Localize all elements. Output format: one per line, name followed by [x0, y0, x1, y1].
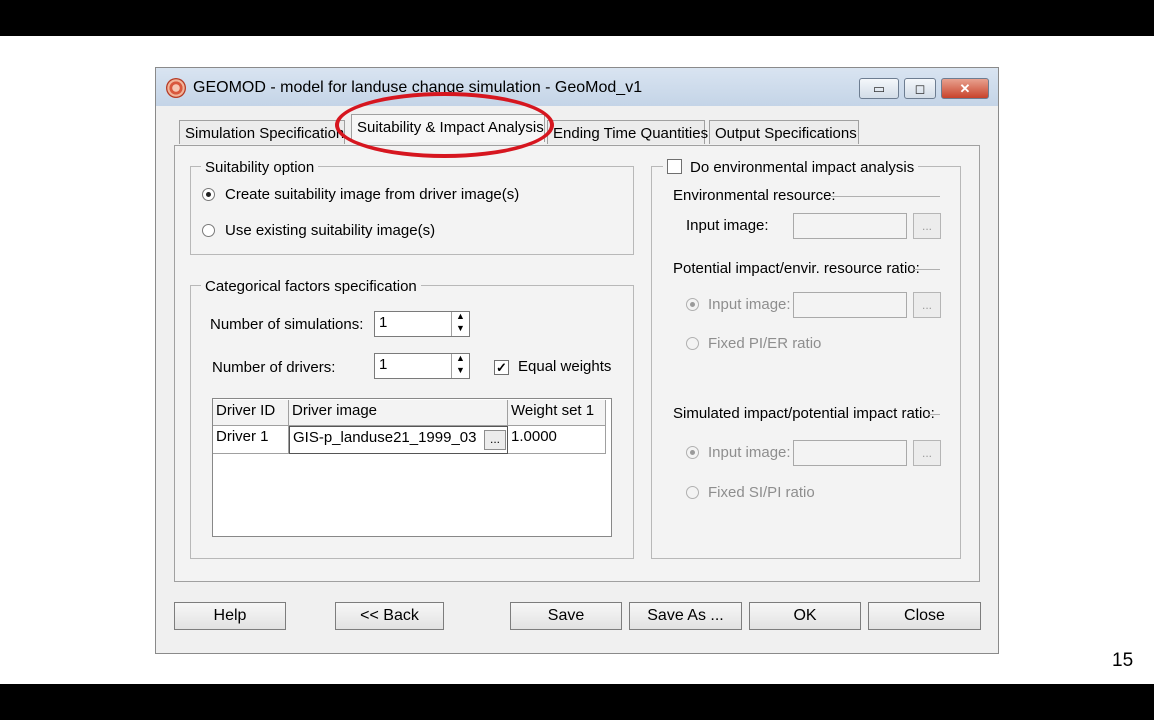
- tab-ending-time-quantities[interactable]: Ending Time Quantities: [547, 120, 708, 144]
- close-button[interactable]: Close: [868, 602, 981, 630]
- bottom-letterbox-bar: [0, 684, 1154, 720]
- driver-image-browse-button[interactable]: ...: [484, 430, 506, 450]
- option-use-existing-label[interactable]: Use existing suitability image(s): [225, 222, 435, 239]
- option-create-from-driver-label[interactable]: Create suitability image from driver ima…: [225, 186, 519, 203]
- table-cell-driver-image[interactable]: GIS-p_landuse21_1999_03: [289, 426, 508, 454]
- app-logo-icon: [166, 78, 186, 98]
- impact-legend-label[interactable]: Do environmental impact analysis: [690, 159, 914, 176]
- num-drivers-value: 1: [379, 356, 388, 373]
- help-button[interactable]: Help: [174, 602, 286, 630]
- si-pi-separator: [928, 414, 940, 415]
- table-cell-weight[interactable]: 1.0000: [508, 426, 606, 454]
- back-button[interactable]: << Back: [335, 602, 444, 630]
- minimize-button[interactable]: ▭: [859, 78, 899, 99]
- tab-suitability-impact-analysis[interactable]: Suitability & Impact Analysis: [351, 114, 545, 142]
- slide-page-number: 15: [1112, 650, 1134, 671]
- save-button[interactable]: Save: [510, 602, 622, 630]
- ok-button[interactable]: OK: [749, 602, 861, 630]
- tab-simulation-specification[interactable]: Simulation Specification: [179, 120, 345, 144]
- pi-input-browse-button[interactable]: ...: [913, 292, 941, 318]
- radio-use-existing[interactable]: [202, 224, 215, 237]
- si-input-image-label[interactable]: Input image:: [708, 444, 791, 461]
- radio-si-fixed-ratio[interactable]: [686, 486, 699, 499]
- radio-si-input-image[interactable]: [686, 446, 699, 459]
- save-as-button[interactable]: Save As ...: [629, 602, 742, 630]
- radio-pi-fixed-ratio[interactable]: [686, 337, 699, 350]
- suitability-option-group: [190, 166, 634, 255]
- categorical-factors-legend: Categorical factors specification: [201, 278, 421, 295]
- table-cell-driver-id[interactable]: Driver 1: [213, 426, 289, 454]
- num-drivers-spinner[interactable]: ▲ ▼: [451, 354, 469, 378]
- driver-image-value: GIS-p_landuse21_1999_03: [293, 429, 477, 446]
- pi-fixed-ratio-label[interactable]: Fixed PI/ER ratio: [708, 335, 821, 352]
- tab-output-specifications[interactable]: Output Specifications: [709, 120, 859, 144]
- spin-down-icon[interactable]: ▼: [452, 366, 469, 378]
- si-pi-ratio-label: Simulated impact/potential impact ratio:: [673, 405, 935, 422]
- num-simulations-value: 1: [379, 314, 388, 331]
- num-simulations-spinner[interactable]: ▲ ▼: [451, 312, 469, 336]
- table-header-driver-id: Driver ID: [213, 400, 289, 426]
- radio-pi-input-image[interactable]: [686, 298, 699, 311]
- pi-input-image-label[interactable]: Input image:: [708, 296, 791, 313]
- table-header-weight-set: Weight set 1: [508, 400, 606, 426]
- si-input-image-field[interactable]: [793, 440, 907, 466]
- title-bar[interactable]: GEOMOD - model for landuse change simula…: [156, 68, 998, 106]
- num-simulations-label: Number of simulations:: [210, 316, 364, 333]
- top-letterbox-bar: [0, 0, 1154, 36]
- env-resource-separator: [831, 196, 940, 197]
- pi-er-ratio-label: Potential impact/envir. resource ratio:: [673, 260, 920, 277]
- si-fixed-ratio-label[interactable]: Fixed SI/PI ratio: [708, 484, 815, 501]
- pi-er-separator: [914, 269, 940, 270]
- suitability-option-legend: Suitability option: [201, 159, 319, 176]
- window-title: GEOMOD - model for landuse change simula…: [193, 79, 643, 96]
- radio-create-from-driver[interactable]: [202, 188, 215, 201]
- pi-input-image-field[interactable]: [793, 292, 907, 318]
- table-header-driver-image: Driver image: [289, 400, 508, 426]
- impact-legend: Do environmental impact analysis: [663, 159, 919, 176]
- env-input-browse-button[interactable]: ...: [913, 213, 941, 239]
- close-window-button[interactable]: ✕: [941, 78, 989, 99]
- num-drivers-label: Number of drivers:: [212, 359, 336, 376]
- env-input-image-label: Input image:: [686, 217, 769, 234]
- env-input-image-field[interactable]: [793, 213, 907, 239]
- spin-down-icon[interactable]: ▼: [452, 324, 469, 336]
- env-resource-label: Environmental resource:: [673, 187, 836, 204]
- impact-analysis-checkbox[interactable]: [667, 159, 682, 174]
- si-input-browse-button[interactable]: ...: [913, 440, 941, 466]
- maximize-button[interactable]: ◻: [904, 78, 936, 99]
- equal-weights-checkbox[interactable]: ✓: [494, 360, 509, 375]
- equal-weights-label[interactable]: Equal weights: [518, 358, 611, 375]
